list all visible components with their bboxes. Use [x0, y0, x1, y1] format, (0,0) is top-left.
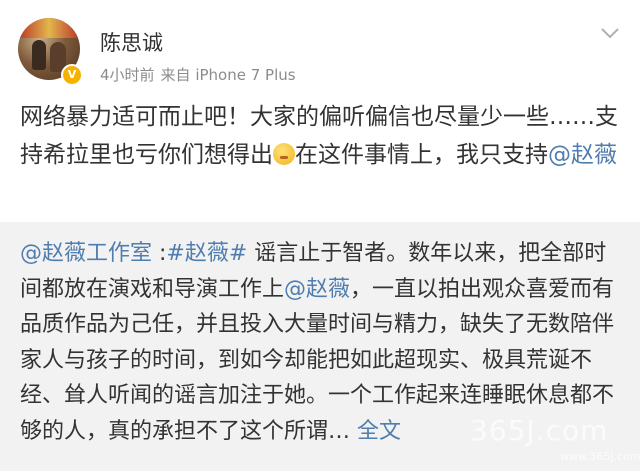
username[interactable]: 陈思诚 — [100, 27, 163, 57]
post-meta: 4小时前 来自 iPhone 7 Plus — [100, 64, 296, 85]
chevron-down-icon[interactable] — [600, 26, 620, 40]
mention-link[interactable]: @赵薇 — [548, 142, 617, 168]
avatar-poster-band — [18, 18, 80, 38]
post-text-after: 在这件事情上，我只支持 — [295, 142, 548, 168]
repost-author-link[interactable]: @赵薇工作室 — [20, 241, 152, 266]
post-header: V 陈思诚 4小时前 来自 iPhone 7 Plus — [0, 0, 640, 92]
watermark: 365J.com — [470, 414, 609, 447]
watermark-sub: www.365j.com — [560, 450, 640, 463]
shush-face-icon — [273, 143, 295, 165]
full-text-link[interactable]: 全文 — [357, 419, 401, 444]
post-body: 网络暴力适可而止吧！大家的偏听偏信也尽量少一些……支持希拉里也亏你们想得出 在这件… — [20, 98, 625, 174]
hashtag-link[interactable]: #赵薇# — [166, 241, 247, 266]
post-time: 4小时前 — [100, 66, 155, 84]
verified-badge-icon: V — [61, 64, 83, 86]
repost-inline-mention[interactable]: @赵薇 — [284, 277, 350, 302]
post-source: 来自 iPhone 7 Plus — [160, 66, 296, 84]
repost-colon: : — [152, 241, 167, 266]
avatar-figure-left — [32, 40, 46, 70]
